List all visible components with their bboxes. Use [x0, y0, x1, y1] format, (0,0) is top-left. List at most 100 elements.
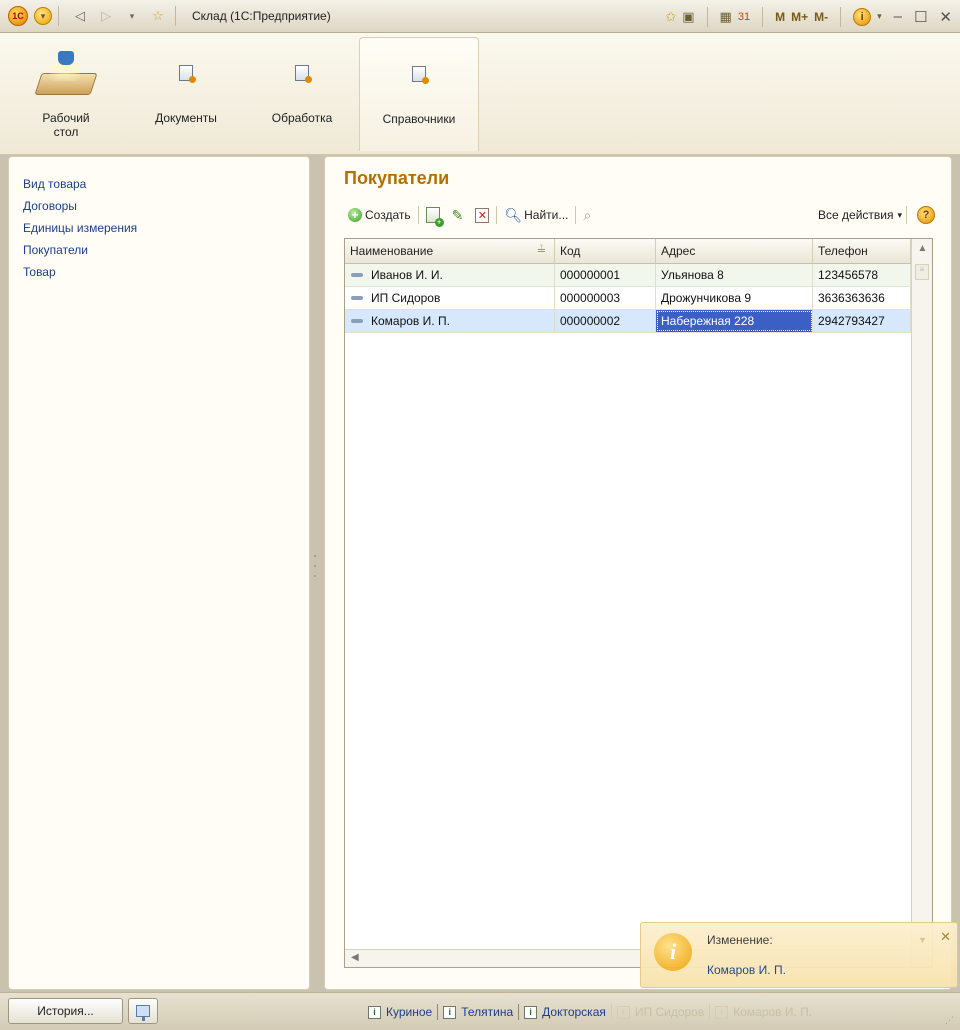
delete-button[interactable]: ✕ — [472, 204, 492, 226]
item-icon — [351, 296, 363, 300]
divider — [496, 206, 498, 224]
item-icon — [351, 273, 363, 277]
history-item-label: ИП Сидоров — [634, 1005, 705, 1019]
catalog-item-icon: i — [616, 1005, 630, 1019]
column-header-phone[interactable]: Телефон — [813, 239, 911, 264]
scroll-thumb[interactable]: ≡ — [915, 264, 929, 280]
status-bar: История... i Куриное i Телятина i Докторска… — [0, 992, 960, 1030]
list-form: Покупатели + Создать ✎ ✕ 🔍︎ Найти... ⌕ В… — [324, 156, 952, 990]
nav-item-goods[interactable]: Товар — [23, 261, 309, 283]
table-row[interactable]: ИП Сидоров 000000003 Дрожунчикова 9 3636… — [345, 287, 911, 310]
pencil-icon: ✎ — [451, 206, 464, 223]
section-processing[interactable]: Обработка — [254, 37, 350, 151]
catalog-item-icon: i — [368, 1005, 381, 1019]
cancel-search-button[interactable]: ⌕ — [580, 204, 594, 226]
divider — [417, 206, 419, 224]
find-button[interactable]: 🔍︎ Найти... — [501, 204, 571, 226]
all-actions-button[interactable]: Все действия ▾ — [818, 208, 902, 222]
section-label: Документы — [155, 111, 217, 125]
maximize-icon[interactable]: ☐ — [914, 8, 927, 26]
main-menu-icon[interactable]: ▾ — [34, 7, 52, 25]
catalog-item-icon: i — [524, 1005, 538, 1019]
cell-text: Иванов И. И. — [371, 268, 443, 282]
navigation-panel: Вид товара Договоры Единицы измерения По… — [8, 156, 310, 990]
history-item-label: Телятина — [461, 1005, 514, 1019]
notification-link[interactable]: Комаров И. П. — [707, 963, 786, 977]
customers-table[interactable]: Наименование ≟ Код Адрес Телефон Иванов … — [344, 238, 933, 968]
memory-m-button[interactable]: M — [775, 10, 785, 24]
favorite-star-icon[interactable]: ☆ — [147, 5, 169, 27]
info-icon: i — [654, 933, 692, 971]
minimize-icon[interactable]: – — [894, 8, 902, 25]
delete-icon: ✕ — [475, 207, 490, 223]
history-item[interactable]: i Докторская — [524, 1005, 606, 1019]
favorites-add-icon[interactable]: ✩ — [665, 9, 676, 25]
info-dropdown-icon[interactable]: ▾ — [877, 11, 882, 22]
column-header-name[interactable]: Наименование ≟ — [345, 239, 555, 264]
history-item[interactable]: i Куриное — [368, 1005, 432, 1019]
chevron-down-icon[interactable]: ▼ — [918, 935, 927, 945]
copy-icon — [425, 207, 444, 227]
column-header-address[interactable]: Адрес — [656, 239, 813, 264]
scroll-up-icon[interactable]: ▲ — [912, 243, 933, 254]
history-item[interactable]: i ИП Сидоров — [616, 1005, 705, 1019]
sections-panel: Рабочий стол Документы Обработка Справоч… — [0, 33, 960, 155]
all-actions-label: Все действия — [818, 208, 894, 222]
divider — [437, 1004, 439, 1020]
window-title: Склад (1С:Предприятие) — [192, 9, 331, 23]
history-item[interactable]: i Телятина — [443, 1005, 513, 1019]
panel-splitter[interactable] — [313, 555, 317, 585]
section-label: Справочники — [382, 112, 456, 126]
table-row-selected[interactable]: Комаров И. П. 000000002 Набережная 228 2… — [345, 310, 911, 333]
forward-arrow-icon[interactable]: ▷ — [95, 5, 117, 27]
back-arrow-icon[interactable]: ◁ — [69, 5, 91, 27]
divider — [610, 1004, 612, 1020]
section-desktop[interactable]: Рабочий стол — [18, 37, 114, 151]
cell-address: Дрожунчикова 9 — [656, 287, 813, 309]
nav-item-product-type[interactable]: Вид товара — [23, 173, 309, 195]
calculator-icon[interactable]: ▦ — [720, 9, 732, 25]
nav-item-contracts[interactable]: Договоры — [23, 195, 309, 217]
form-toolbar: + Создать ✎ ✕ 🔍︎ Найти... ⌕ Все действия… — [345, 203, 935, 227]
vertical-scrollbar[interactable]: ▲ ≡ — [911, 239, 932, 967]
nav-item-customers[interactable]: Покупатели — [23, 239, 309, 261]
resize-grip-icon[interactable]: ⋰ — [945, 1015, 954, 1026]
copy-button[interactable] — [423, 204, 444, 227]
divider — [762, 6, 764, 27]
history-item-label: Комаров И. П. — [733, 1005, 813, 1019]
divider — [575, 206, 577, 224]
create-button[interactable]: + Создать — [345, 204, 414, 226]
close-icon[interactable]: ✕ — [940, 929, 951, 945]
scroll-left-icon[interactable]: ◀ — [351, 952, 359, 963]
documents-icon — [179, 51, 196, 99]
connection-button[interactable] — [128, 998, 158, 1024]
memory-plus-button[interactable]: M+ — [791, 10, 808, 24]
processing-icon — [295, 51, 312, 99]
cell-text: Комаров И. П. — [371, 314, 450, 328]
history-dropdown-icon[interactable]: ▾ — [121, 5, 143, 27]
divider — [840, 6, 842, 27]
column-header-code[interactable]: Код — [555, 239, 656, 264]
close-icon[interactable]: ✕ — [939, 8, 952, 26]
cell-address-focused[interactable]: Набережная 228 — [656, 310, 813, 332]
table-header: Наименование ≟ Код Адрес Телефон — [345, 239, 911, 264]
edit-button[interactable]: ✎ — [449, 204, 467, 226]
memory-minus-button[interactable]: M- — [814, 10, 828, 24]
section-label: Рабочий стол — [42, 111, 90, 139]
section-catalogs[interactable]: Справочники — [359, 37, 479, 151]
catalog-item-icon: i — [443, 1005, 457, 1019]
section-label: Обработка — [271, 111, 333, 125]
cell-code: 000000002 — [555, 310, 656, 332]
nav-item-units[interactable]: Единицы измерения — [23, 217, 309, 239]
favorites-list-icon[interactable]: ▣ — [682, 9, 694, 25]
info-icon[interactable]: i — [853, 7, 872, 26]
calendar-icon[interactable]: 31 — [738, 11, 750, 23]
cell-name: ИП Сидоров — [345, 287, 555, 309]
table-row[interactable]: Иванов И. И. 000000001 Ульянова 8 123456… — [345, 264, 911, 287]
history-button[interactable]: История... — [8, 998, 123, 1024]
help-icon[interactable]: ? — [917, 206, 935, 224]
cell-text: ИП Сидоров — [371, 291, 441, 305]
history-item[interactable]: i Комаров И. П. — [715, 1005, 812, 1019]
app-logo-icon[interactable]: 1C — [8, 6, 28, 26]
section-documents[interactable]: Документы — [138, 37, 234, 151]
